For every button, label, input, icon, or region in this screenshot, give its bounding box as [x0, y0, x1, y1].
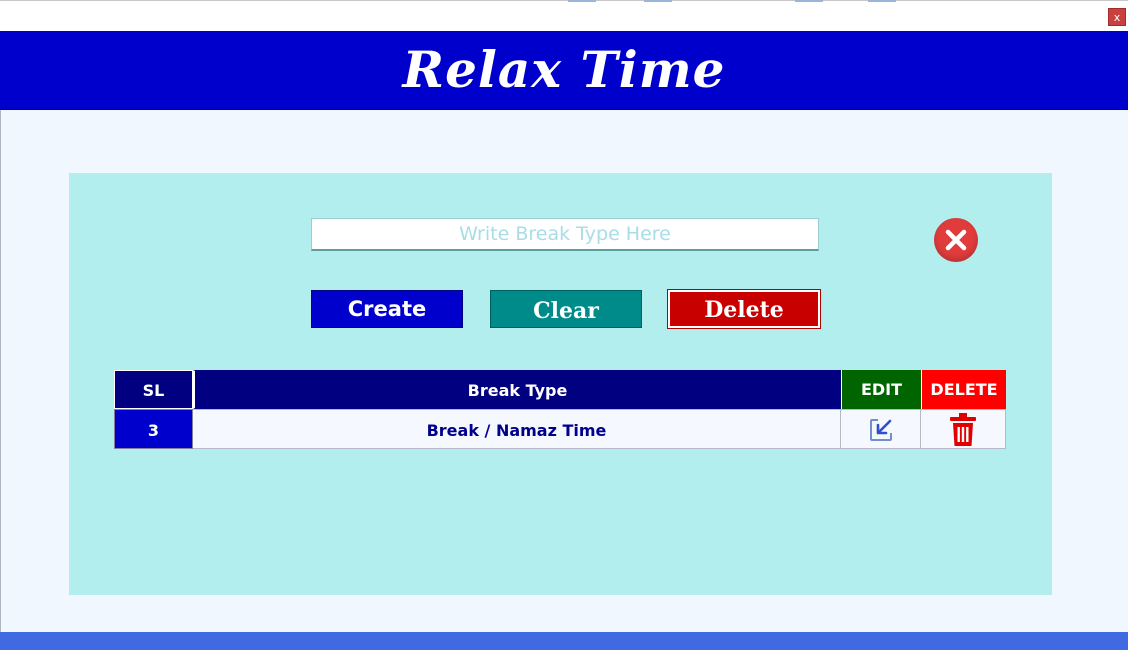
- column-header-break-type[interactable]: Break Type: [193, 370, 841, 409]
- page-title: Relax Time: [402, 40, 726, 99]
- break-type-input[interactable]: [311, 218, 819, 251]
- column-header-edit[interactable]: EDIT: [841, 370, 921, 409]
- background-fragment: [795, 0, 823, 2]
- create-button[interactable]: Create: [311, 290, 463, 328]
- column-header-sl[interactable]: SL: [114, 370, 193, 409]
- delete-row-button[interactable]: [921, 409, 1006, 449]
- trash-icon: [950, 413, 976, 446]
- delete-button[interactable]: Delete: [667, 289, 821, 329]
- background-fragment: [568, 0, 596, 2]
- footer-bar: [0, 632, 1128, 650]
- background-fragment: [644, 0, 672, 2]
- edit-row-button[interactable]: [841, 409, 921, 449]
- background-fragment: [868, 0, 896, 2]
- clear-button[interactable]: Clear: [490, 290, 642, 328]
- column-header-delete[interactable]: DELETE: [921, 370, 1006, 409]
- table-cell-break-type[interactable]: Break / Namaz Time: [193, 409, 841, 449]
- table-cell-sl[interactable]: 3: [114, 409, 193, 449]
- close-form-button[interactable]: [934, 218, 978, 262]
- break-type-table: SL Break Type EDIT DELETE 3 Break / Nama…: [114, 370, 1006, 449]
- edit-icon: [870, 419, 892, 441]
- window-top-strip: [0, 0, 1128, 31]
- title-bar: Relax Time: [0, 31, 1128, 110]
- window-close-button[interactable]: x: [1108, 8, 1126, 26]
- close-icon: [945, 229, 967, 251]
- top-border-line: [0, 0, 1128, 1]
